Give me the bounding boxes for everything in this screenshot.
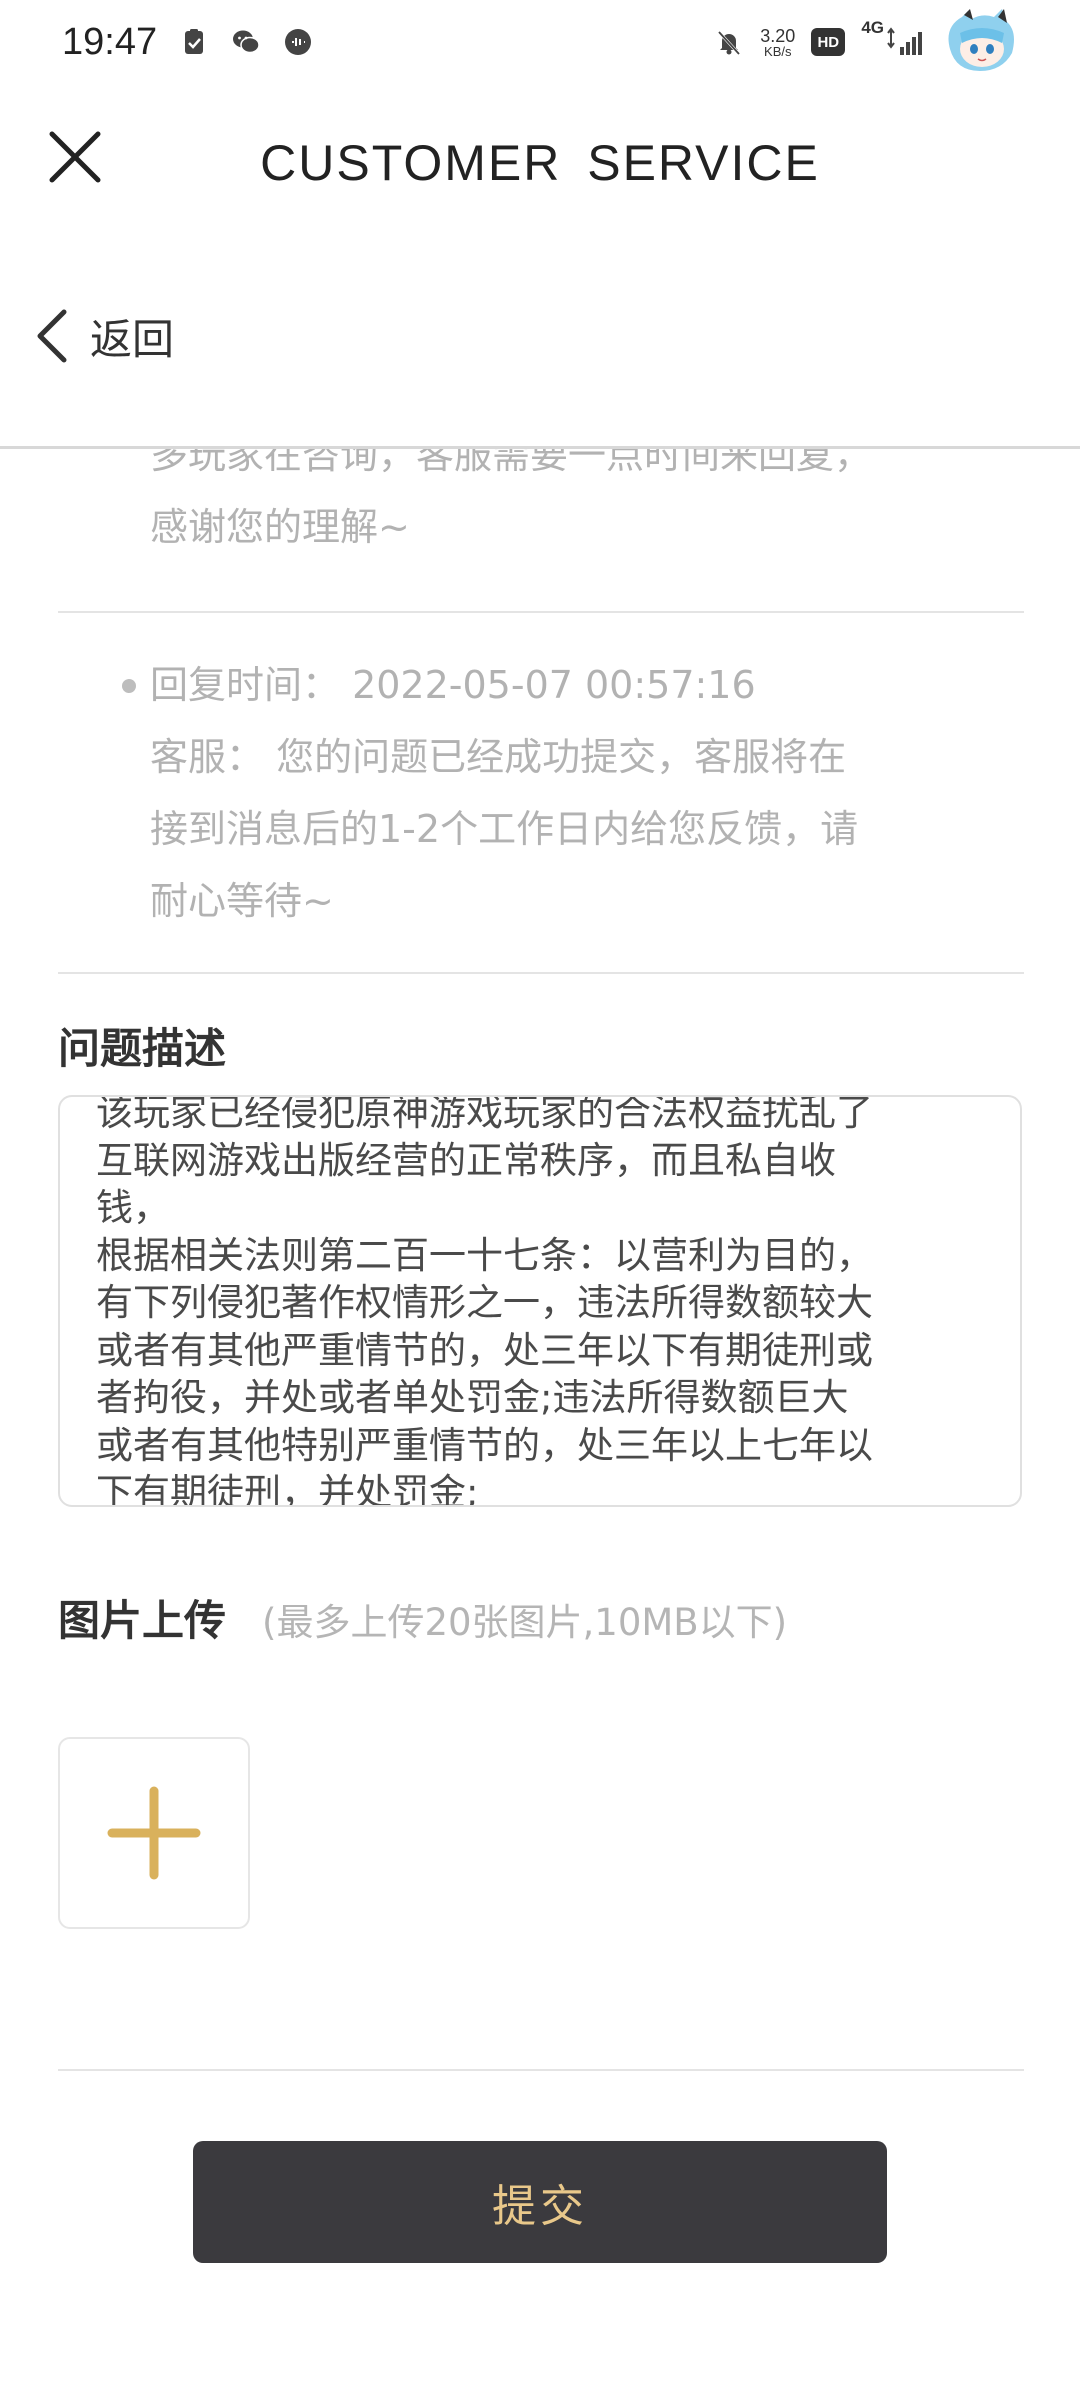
network-type: 4G: [861, 18, 884, 37]
image-upload-title: 图片上传 (最多上传20张图片,10MB以下): [58, 1587, 787, 1648]
divider: [58, 972, 1024, 974]
hd-badge: HD: [811, 28, 846, 56]
top-header: CUSTOMER SERVICE: [0, 84, 1080, 234]
previous-reply-line: 多玩家在咨询，客服需要一点时间来回复，: [150, 449, 873, 477]
problem-description-title: 问题描述: [58, 1024, 227, 1073]
divider: [58, 2069, 1024, 2071]
avatar-sticker: [948, 9, 1014, 71]
status-time: 19:47: [62, 20, 158, 63]
mute-bell-icon: [718, 30, 741, 56]
status-bar-right: 3.20 KB/s HD 4G: [714, 9, 1020, 75]
back-label: 返回: [90, 314, 175, 364]
status-bar-left: 19:47: [62, 21, 313, 64]
back-button[interactable]: 返回: [32, 300, 174, 372]
reply-line: 接到消息后的1-2个工作日内给您反馈，请: [150, 807, 859, 851]
signal-icon: [887, 27, 922, 55]
wechat-icon: [233, 30, 260, 54]
image-upload-label: 图片上传: [58, 1596, 227, 1645]
net-speed-unit: KB/s: [764, 43, 792, 59]
divider: [58, 611, 1024, 613]
clipboard-icon: [185, 29, 204, 54]
chevron-left-icon: [37, 309, 67, 363]
reply-line: 客服： 您的问题已经成功提交，客服将在: [150, 735, 847, 779]
reply-lines: 回复时间： 2022-05-07 00:57:16 客服： 您的问题已经成功提交…: [150, 649, 1008, 937]
reply-time: 回复时间： 2022-05-07 00:57:16: [150, 663, 756, 707]
bullet-dot: [122, 679, 136, 693]
image-upload-hint: (最多上传20张图片,10MB以下): [262, 1601, 788, 1644]
reply-line: 耐心等待~: [150, 879, 334, 923]
reply-item: 回复时间： 2022-05-07 00:57:16 客服： 您的问题已经成功提交…: [118, 649, 1008, 937]
previous-reply-line: 感谢您的理解~: [150, 505, 410, 549]
status-bar: 19:47 3.20 KB/s HD 4G: [0, 0, 1080, 84]
submit-button[interactable]: 提交: [193, 2141, 887, 2263]
problem-description-text: 该玩家已经侵犯原神游戏玩家的合法权益扰乱了 互联网游戏出版经营的正常秩序，而且私…: [96, 1095, 873, 1507]
net-speed-value: 3.20: [760, 25, 796, 46]
app-notification-icon: [285, 29, 312, 55]
add-image-button[interactable]: [58, 1737, 250, 1929]
page-title: CUSTOMER SERVICE: [260, 135, 820, 191]
problem-description-input[interactable]: 该玩家已经侵犯原神游戏玩家的合法权益扰乱了 互联网游戏出版经营的正常秩序，而且私…: [58, 1095, 1022, 1507]
net-speed: 3.20 KB/s: [760, 27, 795, 58]
previous-reply-text: 多玩家在咨询，客服需要一点时间来回复， 感谢您的理解~: [150, 449, 1010, 563]
plus-icon: [107, 1786, 201, 1880]
scroll-content[interactable]: 多玩家在咨询，客服需要一点时间来回复， 感谢您的理解~ 回复时间： 2022-0…: [0, 449, 1080, 2400]
